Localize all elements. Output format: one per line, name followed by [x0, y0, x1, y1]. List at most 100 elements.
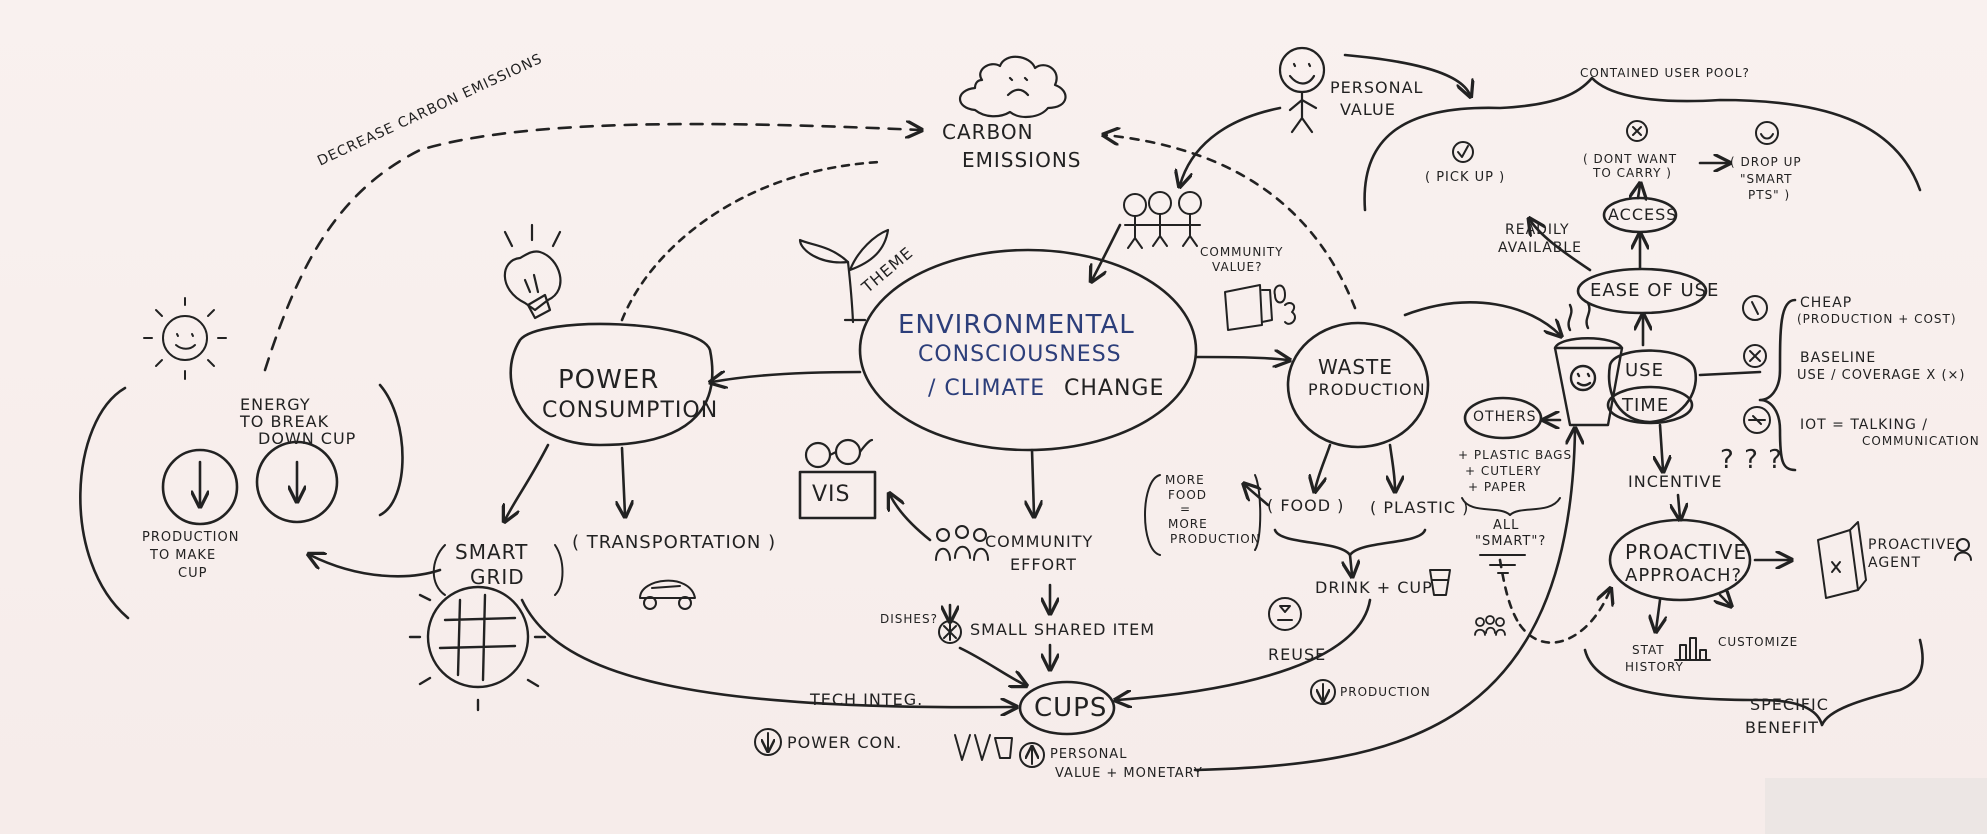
- sun-icon: [143, 297, 227, 380]
- specific-benefit-label-1: SPECIFIC: [1750, 695, 1829, 714]
- monetary-up-icon: [1019, 742, 1045, 768]
- dont-want-label-1: ( DONT WANT: [1583, 152, 1678, 166]
- arrow-waste-to-food: [1315, 443, 1332, 490]
- arrow-personal-to-community: [1180, 106, 1282, 185]
- effort-people-icon: [935, 525, 989, 561]
- arrow-community-to-vis: [890, 495, 932, 542]
- drop-up-label-3: PTS" ): [1748, 188, 1791, 202]
- power-label-1: POWER: [558, 365, 660, 395]
- community-people-icon: [1123, 191, 1202, 249]
- cup-icon: [1553, 301, 1624, 427]
- env-label-3a: / CLIMATE: [928, 376, 1046, 401]
- reuse-label: REUSE: [1268, 645, 1327, 664]
- cups-label: CUPS: [1034, 693, 1108, 723]
- readily-label-1: READILY: [1505, 222, 1570, 238]
- all-smart-label-1: ALL: [1493, 518, 1520, 533]
- community-effort-label-1: COMMUNITY: [985, 532, 1094, 551]
- others-list-2: + CUTLERY: [1465, 464, 1542, 478]
- community-effort-label-2: EFFORT: [1010, 555, 1077, 574]
- others-label: OTHERS: [1473, 409, 1537, 425]
- waste-label-1: WASTE: [1318, 355, 1393, 379]
- more-food-1: MORE: [1165, 473, 1205, 487]
- more-food-bracket: [1144, 474, 1161, 556]
- drop-up-label-1: ( DROP UP: [1730, 155, 1802, 169]
- arrow-proactive-to-stat: [1656, 598, 1660, 630]
- baseline-label-1: BASELINE: [1800, 350, 1877, 366]
- stick-figure-icon: [1278, 46, 1326, 134]
- production-make-label-2: TO MAKE: [150, 548, 217, 563]
- cloud-icon: [958, 55, 1067, 118]
- arrow-waste-to-plastic: [1390, 443, 1395, 490]
- carbon-emissions-label-2: EMISSIONS: [962, 148, 1082, 172]
- arrow-time-to-incentive: [1660, 423, 1663, 470]
- photo-corner-shade: [1765, 778, 1987, 834]
- contained-user-pool-label: CONTAINED USER POOL?: [1580, 66, 1750, 80]
- baseline-icon: [1743, 344, 1767, 368]
- brace-food-plastic: [1273, 528, 1427, 557]
- env-label-1: ENVIRONMENTAL: [898, 310, 1135, 340]
- specific-benefit-label-2: BENEFIT: [1745, 718, 1819, 737]
- dishes-label: DISHES?: [880, 612, 938, 626]
- arrow-food-to-morefood: [1245, 485, 1270, 507]
- community-value-label-2: VALUE?: [1212, 260, 1263, 274]
- personal-value-label-1: PERSONAL: [1330, 78, 1424, 97]
- arrow-smartgrid-to-cups: [520, 598, 1015, 707]
- small-shared-label: SMALL SHARED ITEM: [970, 620, 1155, 639]
- smile-circle-icon: [1755, 121, 1779, 145]
- arrow-to-waste: [1194, 357, 1288, 360]
- carbon-emissions-label-1: CARBON: [942, 120, 1034, 144]
- arrow-smartgrid-to-energy: [310, 555, 442, 578]
- community-value-label-1: COMMUNITY: [1200, 245, 1284, 259]
- waste-label-2: PRODUCTION: [1308, 380, 1426, 399]
- cups-glyph-icon: [954, 734, 1013, 761]
- more-food-3: =: [1180, 502, 1192, 516]
- plastic-label: ( PLASTIC ): [1370, 498, 1470, 517]
- food-label: ( FOOD ): [1267, 496, 1345, 515]
- vis-label: VIS: [812, 482, 851, 507]
- production-make-label-1: PRODUCTION: [142, 530, 240, 545]
- small-shared-item-icon: [938, 620, 962, 644]
- smart-grid-label-2: GRID: [470, 565, 525, 589]
- arrow-waste-to-carbon: [1105, 135, 1357, 310]
- others-list-1: + PLASTIC BAGS: [1458, 448, 1573, 462]
- stat-label-2: HISTORY: [1625, 660, 1684, 674]
- line-dashed-people: [1498, 558, 1522, 627]
- arrow-incentive-to-proactive: [1678, 493, 1680, 518]
- cheap-label-1: CHEAP: [1800, 295, 1853, 311]
- env-label-2: CONSCIOUSNESS: [918, 342, 1122, 367]
- more-food-2: FOOD: [1168, 488, 1208, 502]
- others-list-3: + PAPER: [1468, 480, 1527, 494]
- whiteboard-mind-map: DECREASE CARBON EMISSIONS CARBON EMISSIO…: [0, 0, 1987, 834]
- proactive-label-2: APPROACH?: [1625, 565, 1743, 586]
- drink-cup-icon: [1429, 569, 1451, 596]
- iot-icon: [1743, 406, 1771, 434]
- all-smart-label-2: "SMART"?: [1475, 534, 1547, 549]
- arrow-brace-to-drink: [1350, 553, 1352, 575]
- arrow-to-community-effort: [1032, 448, 1034, 515]
- smart-grid-label-1: SMART: [455, 540, 529, 564]
- power-con-label: POWER CON.: [787, 733, 903, 752]
- dashed-people-to-proactive: [1518, 590, 1610, 644]
- transportation-label: ( TRANSPORTATION ): [572, 532, 777, 553]
- all-smart-underline: [1479, 554, 1526, 574]
- production-make-label-3: CUP: [178, 566, 208, 581]
- glasses-icon: [804, 438, 874, 469]
- qmarks-label: ? ? ?: [1720, 445, 1783, 475]
- iot-label-1: IOT = TALKING /: [1800, 417, 1928, 433]
- ease-of-use-label: EASE OF USE: [1590, 280, 1720, 301]
- stat-label-1: STAT: [1632, 643, 1665, 657]
- readily-label-2: AVAILABLE: [1498, 240, 1583, 256]
- arrow-waste-to-cup: [1403, 301, 1560, 335]
- arrow-power-to-smartgrid: [505, 443, 550, 520]
- personal-monetary-label-1: PERSONAL: [1050, 747, 1128, 762]
- time-label: TIME: [1622, 395, 1670, 416]
- car-icon: [639, 579, 696, 610]
- baseline-label-2: USE / COVERAGE X (×): [1797, 368, 1966, 383]
- arrow-power-to-transport: [622, 446, 625, 515]
- drink-cup-label: DRINK + CUP: [1315, 578, 1433, 597]
- dont-want-label-2: TO CARRY ): [1593, 166, 1672, 180]
- pick-up-label: ( PICK UP ): [1425, 170, 1506, 185]
- small-people-icon: [1474, 615, 1506, 636]
- lightbulb-icon: [503, 223, 562, 320]
- iot-label-2: COMMUNICATION: [1862, 434, 1980, 448]
